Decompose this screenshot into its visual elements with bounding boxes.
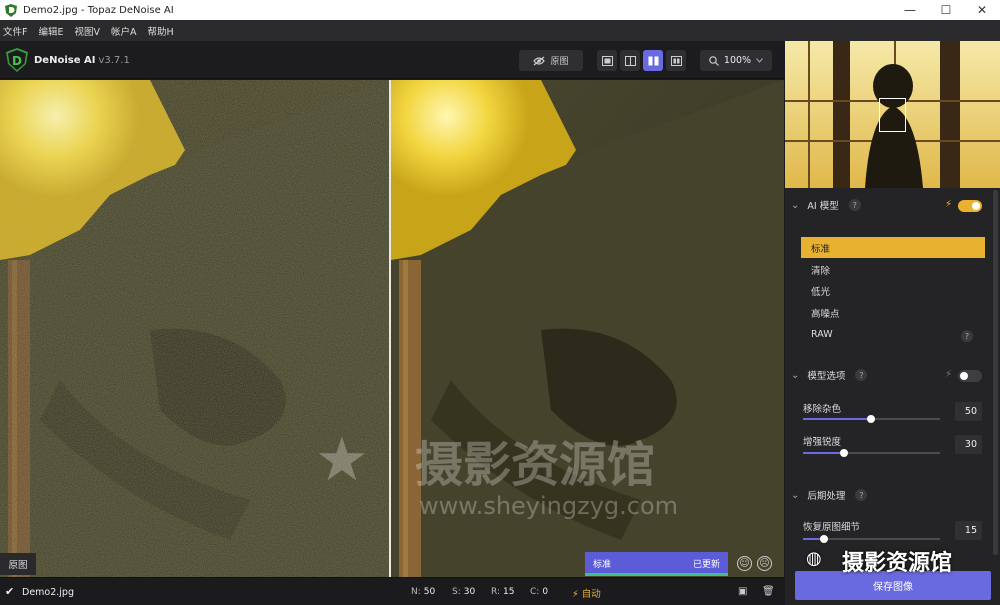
check-icon[interactable]: ✔	[5, 585, 14, 598]
model-option-clear[interactable]: 清除	[801, 259, 985, 280]
wechat-icon: ◍	[806, 548, 822, 569]
remove-noise-slider[interactable]	[803, 415, 940, 423]
original-image	[0, 80, 389, 577]
auto-button[interactable]: ⚡ 自动	[572, 586, 601, 600]
app-name: DeNoise AI	[34, 55, 96, 66]
bottom-bar: ✔ Demo2.jpg N: 50 S: 30 R: 15 C: 0 ⚡ 自动 ▣ 🗑	[0, 577, 785, 605]
remove-noise-label: 移除杂色	[803, 404, 842, 415]
menu-account[interactable]: 帐户A	[111, 24, 137, 38]
navigator-viewport-box[interactable]	[879, 98, 906, 132]
panel-scrollbar[interactable]	[993, 190, 998, 555]
status-state: 已更新	[692, 560, 720, 570]
maximize-icon[interactable]: ☐	[928, 0, 964, 20]
bolt-icon: ⚡	[572, 589, 579, 600]
watermark-logo-left: ★	[315, 425, 369, 495]
svg-text:D: D	[12, 54, 22, 68]
denoise-logo-icon: D	[6, 48, 28, 72]
app-brand: DeNoise AI v3.7.1	[34, 55, 130, 66]
post-processing-title: 后期处理	[807, 491, 846, 502]
minimize-icon[interactable]: —	[892, 0, 928, 20]
model-option-low-light[interactable]: 低光	[801, 280, 985, 301]
recover-detail-label: 恢复原图细节	[803, 522, 861, 533]
app-version: v3.7.1	[98, 55, 130, 66]
show-original-button[interactable]: 原图	[519, 50, 583, 71]
eye-off-icon	[533, 56, 546, 65]
menu-bar: 文件F 编辑E 视图V 帐户A 帮助H	[0, 20, 1000, 41]
navigator-thumbnail[interactable]	[785, 41, 1000, 188]
bolt-icon: ⚡	[945, 369, 953, 380]
enhance-sharpness-slider[interactable]	[803, 449, 940, 457]
trash-icon[interactable]: 🗑	[762, 586, 775, 598]
side-by-side-icon	[648, 56, 658, 65]
view-side-by-side-button[interactable]	[643, 50, 663, 71]
view-comparison-button[interactable]	[666, 50, 686, 71]
help-icon[interactable]: ?	[848, 199, 861, 211]
recover-detail-value[interactable]: 15	[955, 521, 982, 540]
file-name: Demo2.jpg	[22, 587, 74, 598]
menu-file[interactable]: 文件F	[3, 24, 27, 38]
stat-sharpen: S: 30	[452, 587, 476, 597]
remove-noise-value[interactable]: 50	[955, 402, 982, 421]
zoom-control[interactable]: 100%	[700, 50, 772, 71]
model-options-title: 模型选项	[807, 371, 846, 382]
help-icon[interactable]: ?	[855, 369, 868, 381]
view-split-button[interactable]	[620, 50, 640, 71]
camera-icon[interactable]: ▣	[738, 586, 750, 598]
chevron-down-icon	[756, 58, 763, 63]
split-view-icon	[624, 55, 636, 66]
chevron-down-icon: ⌄	[791, 489, 800, 501]
ai-model-toggle[interactable]	[958, 200, 982, 212]
app-shield-icon	[5, 3, 17, 17]
smile-feedback-icon[interactable]: ☺	[737, 556, 752, 571]
stat-recover: R: 15	[491, 587, 515, 597]
chevron-down-icon: ⌄	[791, 369, 800, 381]
model-option-raw[interactable]: RAW	[801, 324, 985, 345]
top-toolbar: D DeNoise AI v3.7.1 原图 100%	[0, 41, 785, 79]
view-single-button[interactable]	[597, 50, 617, 71]
post-processing-header[interactable]: ⌄ 后期处理 ?	[785, 484, 995, 506]
watermark-corner: 摄影资源馆	[842, 551, 953, 576]
title-bar: Demo2.jpg - Topaz DeNoise AI — ☐ ✕	[0, 0, 1000, 20]
chevron-down-icon: ⌄	[791, 199, 800, 211]
watermark-url: www.sheyingzyg.com	[419, 492, 679, 520]
raw-help-icon[interactable]: ?	[961, 330, 973, 342]
menu-help[interactable]: 帮助H	[147, 24, 173, 38]
model-option-severe-noise[interactable]: 高噪点	[801, 302, 985, 323]
zoom-icon	[709, 55, 719, 66]
processed-image-view[interactable]: 摄影资源馆 www.sheyingzyg.com	[391, 80, 784, 577]
stat-noise: N: 50	[411, 587, 436, 597]
ai-model-title: AI 模型	[807, 201, 839, 212]
watermark-title: 摄影资源馆	[415, 437, 656, 493]
frown-feedback-icon[interactable]: ☹	[757, 556, 772, 571]
show-original-label: 原图	[550, 57, 569, 67]
comparison-view-icon	[670, 55, 682, 66]
original-tag: 原图	[0, 553, 36, 575]
menu-edit[interactable]: 编辑E	[38, 24, 63, 38]
stat-color: C: 0	[530, 587, 549, 597]
model-option-standard[interactable]: 标准	[801, 237, 985, 258]
status-model: 标准	[593, 560, 612, 570]
single-view-icon	[601, 55, 613, 66]
recover-detail-slider[interactable]	[803, 535, 940, 543]
model-option-raw-label: RAW	[811, 329, 833, 340]
close-icon[interactable]: ✕	[964, 0, 1000, 20]
window-title: Demo2.jpg - Topaz DeNoise AI	[23, 4, 174, 16]
menu-view[interactable]: 视图V	[74, 24, 100, 38]
help-icon[interactable]: ?	[855, 489, 868, 501]
enhance-sharpness-label: 增强锐度	[803, 437, 842, 448]
enhance-sharpness-value[interactable]: 30	[955, 435, 982, 454]
model-options-toggle[interactable]	[958, 370, 982, 382]
bolt-icon: ⚡	[945, 199, 953, 210]
model-status-chip[interactable]: 标准 已更新	[585, 552, 728, 576]
original-image-view[interactable]: ★	[0, 80, 389, 577]
zoom-value: 100%	[723, 55, 752, 66]
